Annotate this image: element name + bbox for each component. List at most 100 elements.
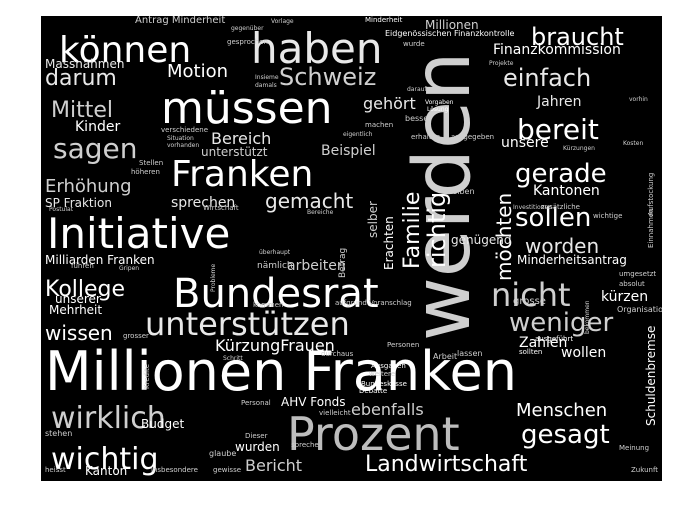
- cloud-word-überhaupt: überhaupt: [259, 249, 291, 256]
- cloud-word-initiative: Initiative: [47, 209, 230, 258]
- cloud-word-kürzen: kürzen: [601, 289, 648, 305]
- cloud-word-ausgegeben: ausgegeben: [451, 133, 494, 141]
- cloud-word-vorgaben: Vorgaben: [425, 99, 454, 106]
- cloud-word-einfach: einfach: [503, 64, 591, 92]
- cloud-word-voranschlag: Voranschlag: [369, 299, 412, 307]
- cloud-word-ausgeführt: ausgeführt: [535, 335, 573, 343]
- cloud-word-unserer: unserer: [55, 292, 101, 306]
- cloud-word-gesagt: gesagt: [521, 420, 610, 450]
- cloud-word-bericht: Bericht: [245, 456, 302, 475]
- cloud-word-kosten: Kosten: [623, 140, 643, 147]
- cloud-word-kürzungfrauen: KürzungFrauen: [215, 336, 335, 355]
- cloud-word-wirtschaft: Wirtschaft: [203, 204, 239, 212]
- cloud-word-weitere: weitere: [369, 370, 395, 378]
- cloud-word-ebenfalls: ebenfalls: [351, 400, 424, 419]
- cloud-word-kürzungen: Kürzungen: [563, 145, 595, 152]
- cloud-word-probleme: Probleme: [210, 263, 217, 292]
- cloud-word-postulat: Postulat: [49, 206, 74, 213]
- cloud-word-arbeit: Arbeit: [433, 352, 457, 361]
- cloud-word-minderheitsantrag: Minderheitsantrag: [517, 253, 627, 267]
- cloud-word-sagen: sagen: [53, 132, 138, 165]
- cloud-word-personal: Personal: [241, 399, 271, 407]
- cloud-word-erhalten: erhalten: [411, 133, 440, 141]
- cloud-word-grosse: grosse: [513, 296, 546, 307]
- cloud-word-landwirtschaft: Landwirtschaft: [365, 452, 528, 477]
- cloud-word-schritt: Schritt: [223, 355, 243, 362]
- cloud-word-heisst: heisst: [45, 466, 66, 474]
- cloud-word-vorlage: Vorlage: [271, 18, 294, 25]
- cloud-word-gripen: Gripen: [119, 265, 139, 272]
- cloud-word-selber: selber: [366, 201, 380, 238]
- cloud-word-stellen: Stellen: [139, 159, 163, 167]
- cloud-word-damals: damals: [255, 82, 277, 89]
- cloud-word-gegenüber: gegenüber: [231, 25, 264, 32]
- cloud-word-aufgrund: aufgrund: [335, 299, 367, 307]
- cloud-word-weniger: weniger: [509, 308, 613, 338]
- cloud-word-führen: führen: [71, 262, 94, 270]
- cloud-word-unsere: unsere: [501, 135, 549, 151]
- cloud-word-kinder: Kinder: [75, 119, 120, 135]
- cloud-word-wurden: wurden: [235, 440, 280, 454]
- cloud-word-spreche: spreche: [291, 441, 319, 449]
- cloud-word-zusätzliche: zusätzliche: [541, 203, 580, 211]
- cloud-word-höheren: höheren: [131, 168, 160, 176]
- cloud-word-genügend: genügend: [451, 233, 511, 247]
- cloud-word-arbeiten: arbeiten: [287, 258, 346, 274]
- cloud-word-wissen: wissen: [45, 321, 113, 345]
- cloud-word-eidgenössischen-finanzkontrolle: Eidgenössischen Finanzkontrolle: [385, 29, 514, 38]
- cloud-word-absolut: absolut: [619, 280, 645, 288]
- cloud-word-insbesondere: insbesondere: [151, 466, 198, 474]
- cloud-word-vielleicht: vielleicht: [319, 409, 351, 417]
- cloud-word-wollen: wollen: [561, 345, 606, 361]
- cloud-word-darauf: darauf: [407, 86, 427, 93]
- cloud-word-richtig: richtig: [423, 192, 451, 268]
- cloud-word-bekommen: bekommen: [584, 300, 591, 334]
- cloud-word-wurde: wurde: [403, 40, 425, 48]
- cloud-word-erachten: Erachten: [382, 216, 396, 270]
- cloud-word-nämlich: nämlich: [257, 261, 293, 271]
- cloud-word-besser: besser: [405, 114, 432, 123]
- cloud-word-machen: machen: [365, 121, 393, 129]
- cloud-word-insieme: Insieme: [255, 74, 279, 81]
- cloud-word-motion: Motion: [167, 61, 228, 82]
- cloud-word-ahv-fonds: AHV Fonds: [281, 395, 346, 409]
- cloud-word-familie: Familie: [400, 192, 425, 269]
- word-cloud-canvas: Millionen FrankenwerdenProzentmüssenInit…: [41, 16, 662, 481]
- cloud-word-vorhanden: vorhanden: [167, 142, 199, 149]
- cloud-word-kantonen: Kantonen: [533, 183, 600, 199]
- cloud-word-erhöhung: Erhöhung: [45, 176, 132, 197]
- cloud-word-debatte: Debatte: [359, 387, 387, 395]
- cloud-word-schweiz: Schweiz: [279, 63, 376, 91]
- cloud-word-bleiben: bleiben: [445, 187, 475, 196]
- cloud-word-dieser: Dieser: [245, 432, 268, 440]
- cloud-word-einnahmen: Einnahmen: [647, 208, 655, 248]
- cloud-word-betrag: Betrag: [338, 248, 348, 278]
- cloud-word-sollten: sollten: [519, 348, 542, 356]
- cloud-word-schuldenbremse: Schuldenbremse: [644, 326, 658, 426]
- cloud-word-kanton: Kanton: [85, 464, 127, 478]
- cloud-word-verschiedene: verschiedene: [161, 126, 208, 134]
- cloud-word-situation: Situation: [167, 135, 194, 142]
- cloud-word-menschen: Menschen: [516, 400, 607, 421]
- cloud-word-ausgaben: Ausgaben: [371, 362, 406, 370]
- word-cloud: Millionen Franken werden Prozent müssen Init…: [41, 16, 662, 481]
- cloud-word-jahren: Jahren: [536, 94, 582, 110]
- cloud-word-kredite: Kredite: [143, 364, 151, 389]
- cloud-word-organisationen: Organisationen: [617, 305, 662, 314]
- cloud-word-durchaus: durchaus: [321, 350, 354, 358]
- cloud-word-gehört: gehört: [363, 94, 416, 113]
- cloud-word-massnahmen: Massnahmen: [45, 57, 124, 71]
- cloud-word-vorhin: vorhin: [629, 96, 648, 103]
- cloud-word-wichtige: wichtige: [593, 212, 622, 220]
- cloud-word-umgesetzt: umgesetzt: [619, 270, 656, 278]
- cloud-word-kommen: kommen: [253, 301, 283, 309]
- cloud-word-beispiel: Beispiel: [321, 143, 376, 159]
- cloud-word-antrag-minderheit: Antrag Minderheit: [135, 16, 225, 26]
- cloud-word-meinung: Meinung: [619, 444, 649, 452]
- cloud-word-lösung: Lösung: [427, 106, 449, 113]
- cloud-word-grosser: grosser: [123, 332, 149, 340]
- cloud-word-zukunft: Zukunft: [631, 466, 658, 474]
- cloud-word-gesprochen: gesprochen: [227, 38, 268, 46]
- cloud-word-minderheit: Minderheit: [365, 16, 403, 24]
- cloud-word-unterstützt: unterstützt: [201, 145, 268, 159]
